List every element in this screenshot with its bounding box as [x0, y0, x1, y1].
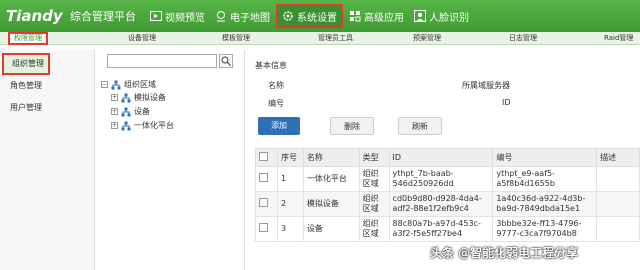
cell-desc [596, 191, 640, 217]
row-select-cell[interactable] [255, 216, 278, 242]
sidebar: 组织管理 角色管理 用户管理 [0, 50, 95, 270]
cell-desc [596, 216, 640, 242]
expand-icon[interactable]: + [111, 122, 118, 129]
org-icon [111, 80, 121, 89]
cell-index: 3 [276, 216, 304, 242]
tab-plan[interactable]: 预案管理 [413, 32, 441, 45]
cell-type: 组织区域 [358, 216, 390, 242]
tab-log[interactable]: 日志管理 [509, 32, 537, 45]
nav-emap[interactable]: 电子地图 [211, 4, 274, 28]
cell-id: ythpt_7b-baab-546d250926dd [388, 166, 494, 192]
nav-advanced[interactable]: 高级应用 [345, 4, 408, 28]
tab-permission[interactable]: 权限管理 [8, 32, 48, 45]
number-label: 编号 [268, 99, 284, 108]
cell-index: 2 [276, 191, 304, 217]
top-header: Tiandy 综合管理平台 视频预览 电子地图 系统设置 高级应用 人脸识别 [0, 0, 640, 32]
cell-name: 设备 [302, 216, 360, 242]
row-checkbox[interactable] [259, 223, 268, 232]
tree-node-root[interactable]: − 组织区域 [101, 79, 156, 90]
nav-label: 系统设置 [297, 12, 337, 24]
cell-code: ythpt_e9-aaf5-a5f8b4d1655b [492, 166, 598, 192]
watermark-text: 头条 @智能化弱电工程分享 [430, 246, 579, 260]
brand-logo: Tiandy [6, 7, 63, 25]
row-checkbox[interactable] [259, 173, 268, 182]
refresh-button[interactable]: 刷新 [398, 117, 442, 135]
search-button[interactable] [219, 54, 233, 68]
sidebar-item-organization[interactable]: 组织管理 [2, 53, 50, 75]
column-header: 编号 [492, 148, 598, 167]
delete-button[interactable]: 删除 [330, 117, 374, 135]
table-row[interactable]: 2 模拟设备 组织区域 cd0b9d80-d928-4da4-adf2-88e1… [255, 191, 640, 217]
organization-tree-panel: − 组织区域 + 模拟设备 + 设备 + 一体化平台 [95, 50, 245, 270]
column-header: 名称 [302, 148, 360, 167]
org-icon [121, 93, 131, 102]
tree-node-analog[interactable]: + 模拟设备 [111, 92, 166, 103]
tree-node-label: 一体化平台 [134, 121, 174, 130]
server-label: 所属域服务器 [462, 81, 510, 90]
row-checkbox[interactable] [259, 198, 268, 207]
sidebar-item-roles[interactable]: 角色管理 [0, 75, 94, 97]
gear-icon [283, 11, 293, 21]
search-icon [221, 56, 231, 66]
nav-label: 人脸识别 [429, 12, 469, 24]
tab-admin-tools[interactable]: 管理员工具 [318, 32, 353, 45]
nav-label: 电子地图 [230, 12, 270, 24]
cell-type: 组织区域 [358, 191, 390, 217]
face-icon [414, 10, 426, 22]
organization-table: 序号 名称 类型 ID 编号 描述 1 一体化平台 组织区域 ythpt_7b-… [255, 148, 640, 242]
tab-template[interactable]: 模板管理 [222, 32, 250, 45]
app-title: 综合管理平台 [70, 10, 136, 23]
sidebar-item-users[interactable]: 用户管理 [0, 97, 94, 119]
column-header: 类型 [358, 148, 390, 167]
table-row[interactable]: 3 设备 组织区域 88c80a7b-a97d-453c-a3f2-f5e5ff… [255, 216, 640, 242]
expand-icon[interactable]: + [111, 94, 118, 101]
expand-icon[interactable]: + [111, 108, 118, 115]
table-header-row: 序号 名称 类型 ID 编号 描述 [255, 148, 640, 167]
tab-raid[interactable]: Raid管理 [604, 32, 633, 45]
org-icon [121, 121, 131, 130]
table-row[interactable]: 1 一体化平台 组织区域 ythpt_7b-baab-546d250926dd … [255, 166, 640, 192]
nav-face-recognition[interactable]: 人脸识别 [410, 4, 473, 28]
select-all-cell[interactable] [255, 148, 278, 167]
nav-video-preview[interactable]: 视频预览 [146, 4, 209, 28]
collapse-icon[interactable]: − [101, 81, 108, 88]
section-title: 基本信息 [255, 61, 287, 70]
row-select-cell[interactable] [255, 191, 278, 217]
tree-node-device[interactable]: + 设备 [111, 106, 150, 117]
nav-label: 视频预览 [165, 12, 205, 24]
cell-code: 3bbbe32e-ff13-4796-9777-c3ca7f9704b8 [492, 216, 598, 242]
add-button[interactable]: 添加 [258, 117, 300, 135]
tree-search-input[interactable] [107, 54, 217, 68]
tree-node-platform[interactable]: + 一体化平台 [111, 120, 174, 131]
main-content: 基本信息 名称 所属域服务器 编号 ID 添加 删除 刷新 序号 名称 类型 I… [246, 50, 640, 270]
name-label: 名称 [268, 81, 284, 90]
tree-node-label: 设备 [134, 107, 150, 116]
column-header: 序号 [276, 148, 304, 167]
cell-index: 1 [276, 166, 304, 192]
grid-icon [350, 11, 361, 22]
nav-label: 高级应用 [364, 12, 404, 24]
cell-id: cd0b9d80-d928-4da4-adf2-88e1f2efb9c4 [388, 191, 494, 217]
column-header: ID [388, 148, 494, 167]
cell-desc [596, 166, 640, 192]
org-icon [121, 107, 131, 116]
tree-node-label: 组织区域 [124, 80, 156, 89]
id-label: ID [502, 98, 511, 107]
tab-device[interactable]: 设备管理 [128, 32, 156, 45]
cell-name: 一体化平台 [302, 166, 360, 192]
cell-id: 88c80a7b-a97d-453c-a3f2-f5e5ff27be4 [388, 216, 494, 242]
cell-type: 组织区域 [358, 166, 390, 192]
row-select-cell[interactable] [255, 166, 278, 192]
column-header: 描述 [596, 148, 640, 167]
nav-system-settings[interactable]: 系统设置 [276, 4, 343, 28]
play-icon [150, 11, 162, 21]
map-pin-icon [217, 11, 225, 22]
cell-code: 1a40c36d-a922-4d3b-ba9d-7849dbda15e1 [492, 191, 598, 217]
select-all-checkbox[interactable] [259, 152, 268, 161]
tree-node-label: 模拟设备 [134, 93, 166, 102]
cell-name: 模拟设备 [302, 191, 360, 217]
sub-navigation: 权限管理 设备管理 模板管理 管理员工具 预案管理 日志管理 Raid管理 [0, 32, 640, 45]
